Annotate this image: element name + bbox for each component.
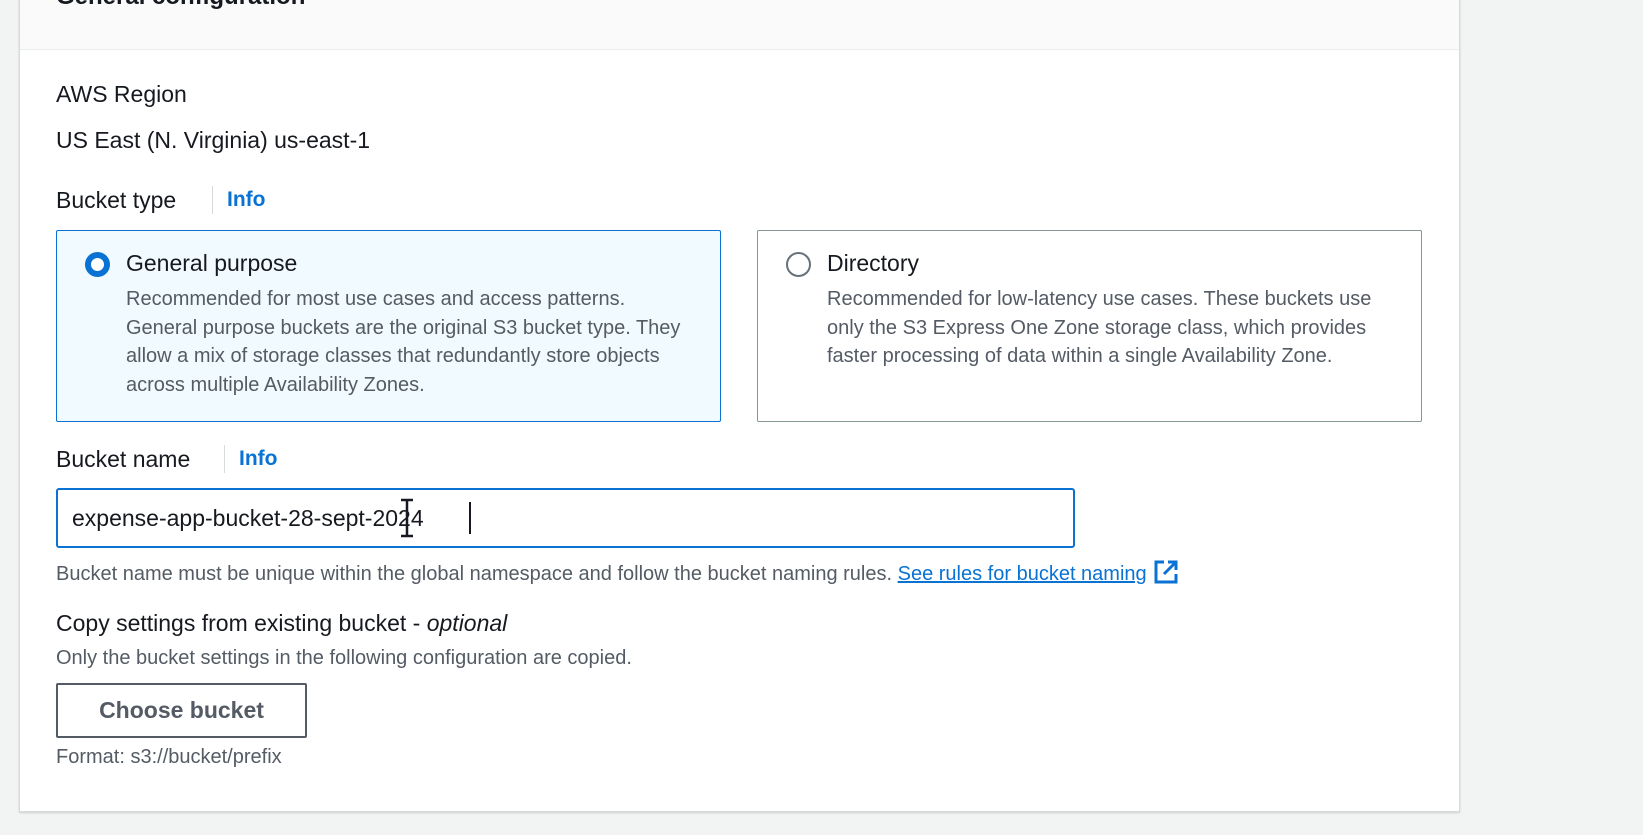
bucket-name-info-link[interactable]: Info bbox=[239, 447, 277, 471]
general-purpose-title: General purpose bbox=[126, 250, 298, 276]
optional-tag: optional bbox=[426, 610, 508, 636]
panel-header: General configuration bbox=[20, 0, 1459, 50]
general-purpose-radio[interactable] bbox=[85, 252, 110, 277]
general-configuration-panel: General configuration AWS Region US East… bbox=[19, 0, 1460, 812]
directory-radio[interactable] bbox=[786, 252, 811, 277]
copy-settings-description: Only the bucket settings in the followin… bbox=[56, 647, 632, 669]
bucket-type-general-purpose-tile[interactable]: General purpose Recommended for most use… bbox=[56, 230, 721, 422]
bucket-type-info: Info bbox=[198, 186, 265, 214]
bucket-type-directory-tile[interactable]: Directory Recommended for low-latency us… bbox=[757, 230, 1422, 422]
bucket-naming-rules-link[interactable]: See rules for bucket naming bbox=[897, 560, 1179, 585]
choose-bucket-button[interactable]: Choose bucket bbox=[56, 683, 307, 738]
section-title: General configuration bbox=[56, 0, 305, 11]
bucket-name-hint-text: Bucket name must be unique within the gl… bbox=[56, 563, 893, 585]
region-value: US East (N. Virginia) us-east-1 bbox=[56, 127, 371, 153]
text-caret bbox=[469, 502, 471, 534]
bucket-name-hint: Bucket name must be unique within the gl… bbox=[56, 559, 1179, 586]
bucket-type-info-link[interactable]: Info bbox=[227, 188, 265, 212]
bucket-naming-rules-link-text: See rules for bucket naming bbox=[897, 563, 1147, 585]
info-divider bbox=[212, 186, 213, 214]
directory-description: Recommended for low-latency use cases. T… bbox=[827, 288, 1372, 367]
copy-settings-label: Copy settings from existing bucket - opt… bbox=[56, 610, 507, 637]
directory-title: Directory bbox=[827, 250, 920, 276]
general-purpose-description: Recommended for most use cases and acces… bbox=[126, 288, 681, 396]
text-cursor-icon bbox=[401, 498, 413, 538]
bucket-name-input[interactable] bbox=[56, 488, 1075, 548]
copy-settings-label-text: Copy settings from existing bucket - bbox=[56, 610, 427, 636]
format-hint: Format: s3://bucket/prefix bbox=[56, 746, 282, 768]
info-divider bbox=[224, 445, 225, 473]
external-link-icon bbox=[1154, 560, 1178, 584]
bucket-name-info: Info bbox=[210, 445, 277, 473]
bucket-name-label: Bucket name bbox=[56, 446, 191, 472]
region-label: AWS Region bbox=[56, 81, 187, 107]
bucket-type-label: Bucket type bbox=[56, 187, 177, 213]
